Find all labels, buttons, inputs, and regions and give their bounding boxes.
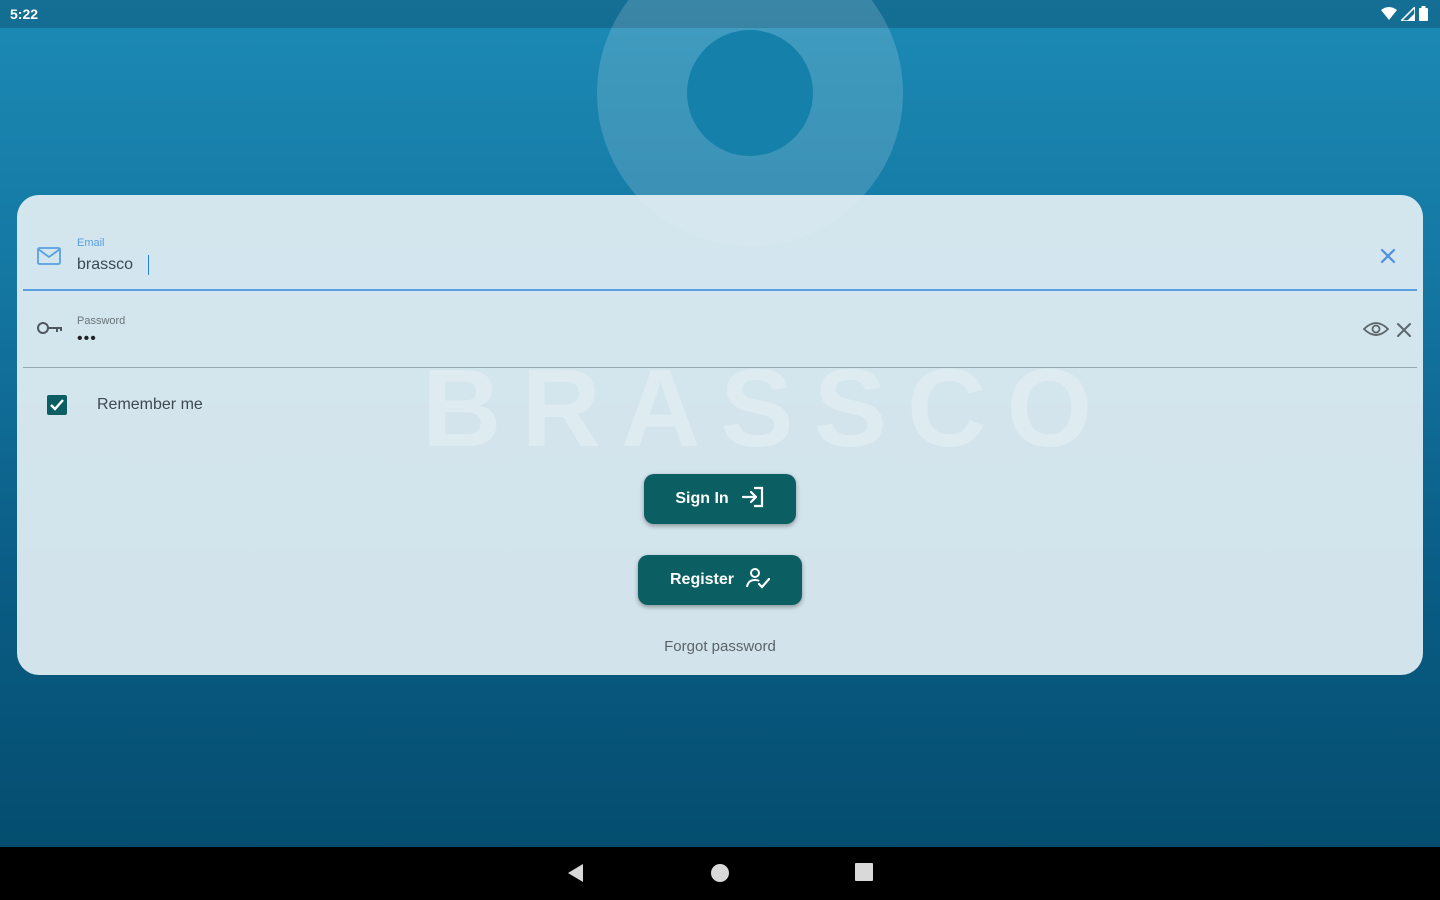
remember-me-checkbox[interactable] — [47, 395, 67, 415]
email-field[interactable]: Email — [23, 195, 1417, 291]
email-input[interactable] — [75, 253, 1279, 277]
person-check-icon — [746, 567, 771, 594]
eye-icon[interactable] — [1362, 321, 1390, 342]
remember-me-row[interactable]: Remember me — [47, 393, 203, 417]
text-caret — [148, 255, 149, 275]
password-input[interactable] — [75, 327, 1279, 351]
wifi-icon — [1381, 6, 1397, 26]
login-card: BRASSCO Email Password — [17, 195, 1423, 675]
email-label: Email — [77, 237, 105, 249]
check-icon — [50, 399, 64, 411]
close-icon[interactable] — [1396, 322, 1412, 343]
register-label: Register — [669, 571, 735, 588]
status-icons — [1381, 4, 1428, 26]
navigation-bar — [0, 847, 1440, 900]
background-logo-core — [687, 30, 813, 156]
status-time: 5:22 — [10, 6, 39, 22]
home-icon[interactable] — [710, 863, 730, 888]
mail-icon — [37, 247, 61, 270]
recents-icon[interactable] — [855, 863, 873, 886]
login-screen: 5:22 BRASSCO Email brassco Password ••• … — [0, 0, 1440, 900]
register-button[interactable]: Register — [638, 555, 802, 605]
cell-signal-icon — [1399, 4, 1416, 26]
sign-in-button[interactable]: Sign In — [644, 474, 796, 524]
remember-me-label: Remember me — [97, 396, 203, 413]
password-field[interactable]: Password — [23, 291, 1417, 368]
sign-in-label: Sign In — [675, 490, 729, 507]
forgot-password-link[interactable]: Forgot password — [17, 638, 1423, 655]
battery-icon — [1419, 6, 1428, 26]
password-label: Password — [77, 315, 126, 327]
key-icon — [37, 321, 63, 340]
login-icon — [741, 486, 765, 513]
close-icon[interactable] — [1379, 247, 1397, 270]
back-icon[interactable] — [566, 863, 586, 888]
